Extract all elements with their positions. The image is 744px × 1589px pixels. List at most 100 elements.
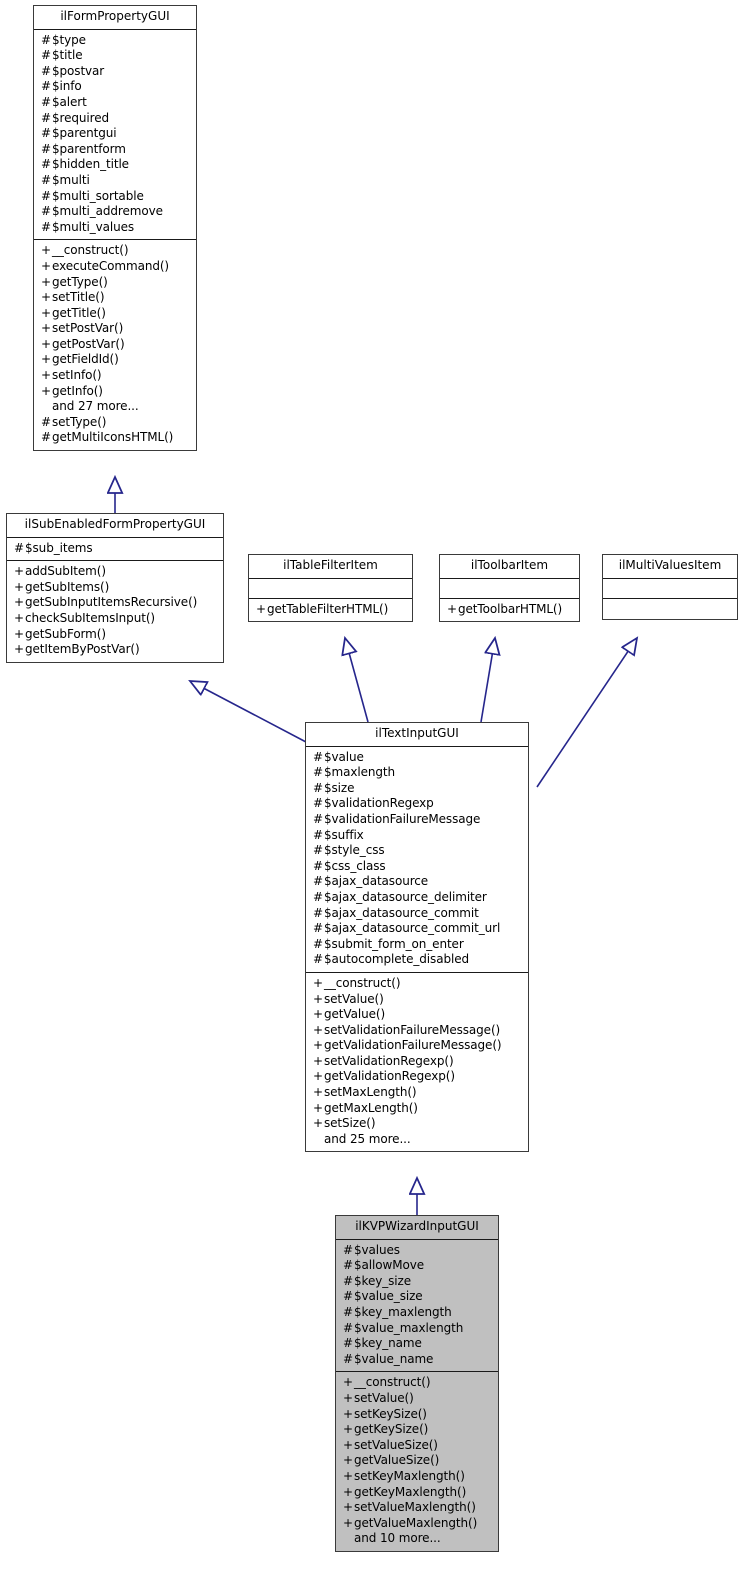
- class-member: +getTableFilterHTML(): [256, 602, 407, 618]
- member-visibility: #: [41, 110, 51, 125]
- member-label: setKeySize(): [354, 1406, 427, 1421]
- member-visibility: +: [14, 564, 24, 579]
- member-visibility: #: [41, 157, 51, 172]
- class-box-ilformpropertygui[interactable]: ilFormPropertyGUI #$type #$title #$postvar…: [33, 5, 197, 452]
- edge-textinput-to-multivaluesitem: [536, 638, 637, 788]
- member-label: $size: [324, 780, 355, 795]
- member-visibility: +: [313, 1100, 323, 1115]
- member-label: $ajax_datasource_delimiter: [324, 889, 487, 904]
- member-label: $info: [52, 79, 82, 94]
- class-box-iltoolbaritem[interactable]: ilToolbarItem +getToolbarHTML(): [439, 554, 580, 623]
- class-attributes-iltextinputgui: #$value #$maxlength #$size #$validationRege…: [306, 747, 528, 973]
- member-label: setMaxLength(): [324, 1085, 417, 1100]
- edge-textinput-to-tablefilteritem: [345, 638, 369, 723]
- class-member: +getSubForm(): [14, 627, 218, 643]
- member-label: $key_size: [354, 1273, 412, 1288]
- class-member: #$ajax_datasource_commit: [313, 906, 523, 922]
- class-member: #$key_maxlength: [343, 1305, 493, 1321]
- member-visibility: #: [313, 765, 323, 780]
- member-visibility: +: [343, 1468, 353, 1483]
- class-member: +getValueMaxlength(): [343, 1516, 493, 1532]
- class-member: #$postvar: [41, 64, 191, 80]
- class-member: #$sub_items: [14, 541, 218, 557]
- member-label: setPostVar(): [52, 321, 124, 336]
- class-member: #$parentform: [41, 142, 191, 158]
- member-label: $suffix: [324, 827, 364, 842]
- member-visibility: +: [41, 274, 51, 289]
- member-visibility: #: [343, 1242, 353, 1257]
- member-visibility: #: [41, 126, 51, 141]
- class-methods-ilkvpwizardinputgui: +__construct() +setValue() +setKeySize() +g…: [336, 1372, 498, 1551]
- member-label: getItemByPostVar(): [25, 642, 140, 657]
- class-member: +getPostVar(): [41, 337, 191, 353]
- member-visibility: +: [343, 1515, 353, 1530]
- class-methods-iltoolbaritem: +getToolbarHTML(): [440, 599, 579, 622]
- member-label: addSubItem(): [25, 564, 106, 579]
- class-attributes-ilsubenabledformpropertygui: #$sub_items: [7, 538, 223, 562]
- member-label: $parentgui: [52, 126, 117, 141]
- member-visibility: #: [313, 905, 323, 920]
- class-member: +getKeyMaxlength(): [343, 1485, 493, 1501]
- class-member: +getSubItems(): [14, 580, 218, 596]
- member-visibility: +: [41, 321, 51, 336]
- class-member: and 27 more...: [41, 399, 191, 415]
- class-member: #$ajax_datasource: [313, 874, 523, 890]
- member-label: $multi: [52, 172, 90, 187]
- member-visibility: #: [41, 204, 51, 219]
- member-visibility: +: [41, 243, 51, 258]
- class-member: +setValue(): [343, 1391, 493, 1407]
- member-label: $value_name: [354, 1351, 434, 1366]
- member-visibility: +: [343, 1375, 353, 1390]
- class-member: #$values: [343, 1243, 493, 1259]
- member-visibility: #: [313, 874, 323, 889]
- class-member: +getType(): [41, 275, 191, 291]
- member-visibility: +: [41, 368, 51, 383]
- member-visibility: +: [41, 352, 51, 367]
- class-box-ilmultivaluesitem[interactable]: ilMultiValuesItem: [602, 554, 738, 620]
- class-member: #$submit_form_on_enter: [313, 937, 523, 953]
- member-label: getMaxLength(): [324, 1100, 418, 1115]
- member-label: getTableFilterHTML(): [267, 601, 389, 616]
- member-visibility: +: [41, 290, 51, 305]
- member-label: getValueSize(): [354, 1453, 440, 1468]
- member-label: getType(): [52, 274, 108, 289]
- class-member: #$hidden_title: [41, 157, 191, 173]
- member-label: and 27 more...: [52, 399, 139, 414]
- class-box-iltablefilteritem[interactable]: ilTableFilterItem +getTableFilterHTML(): [248, 554, 413, 623]
- class-member: +getFieldId(): [41, 352, 191, 368]
- class-member: #$value_size: [343, 1289, 493, 1305]
- class-member: +checkSubItemsInput(): [14, 611, 218, 627]
- class-member: #$parentgui: [41, 126, 191, 142]
- class-box-ilkvpwizardinputgui[interactable]: ilKVPWizardInputGUI #$values #$allowMove #…: [335, 1215, 499, 1552]
- class-member: #$title: [41, 48, 191, 64]
- member-label: $validationRegexp: [324, 796, 434, 811]
- class-member: +getItemByPostVar(): [14, 642, 218, 658]
- member-label: $required: [52, 110, 110, 125]
- member-label: $parentform: [52, 141, 126, 156]
- member-visibility: #: [14, 540, 24, 555]
- member-visibility: +: [14, 595, 24, 610]
- class-member: #$value_maxlength: [343, 1321, 493, 1337]
- member-visibility: +: [343, 1422, 353, 1437]
- member-visibility: +: [313, 1038, 323, 1053]
- member-label: $key_name: [354, 1336, 422, 1351]
- class-box-iltextinputgui[interactable]: ilTextInputGUI #$value #$maxlength #$size #…: [305, 722, 529, 1153]
- class-attributes-ilkvpwizardinputgui: #$values #$allowMove #$key_size #$value_siz…: [336, 1240, 498, 1373]
- member-label: $multi_values: [52, 219, 135, 234]
- member-visibility: +: [447, 601, 457, 616]
- member-visibility: #: [313, 952, 323, 967]
- class-member: +setValueMaxlength(): [343, 1500, 493, 1516]
- class-methods-ilformpropertygui: +__construct() +executeCommand() +getType(…: [34, 240, 196, 450]
- member-visibility: +: [41, 305, 51, 320]
- class-title-ilsubenabledformpropertygui: ilSubEnabledFormPropertyGUI: [7, 514, 223, 538]
- class-member: #$multi_sortable: [41, 189, 191, 205]
- class-member: #getMultiIconsHTML(): [41, 430, 191, 446]
- member-visibility: #: [343, 1289, 353, 1304]
- class-member: +setTitle(): [41, 290, 191, 306]
- member-label: getValidationRegexp(): [324, 1069, 455, 1084]
- member-label: executeCommand(): [52, 258, 170, 273]
- member-label: setInfo(): [52, 368, 102, 383]
- class-box-ilsubenabledformpropertygui[interactable]: ilSubEnabledFormPropertyGUI #$sub_items …: [6, 513, 224, 663]
- class-title-ilmultivaluesitem: ilMultiValuesItem: [603, 555, 737, 579]
- class-title-iltextinputgui: ilTextInputGUI: [306, 723, 528, 747]
